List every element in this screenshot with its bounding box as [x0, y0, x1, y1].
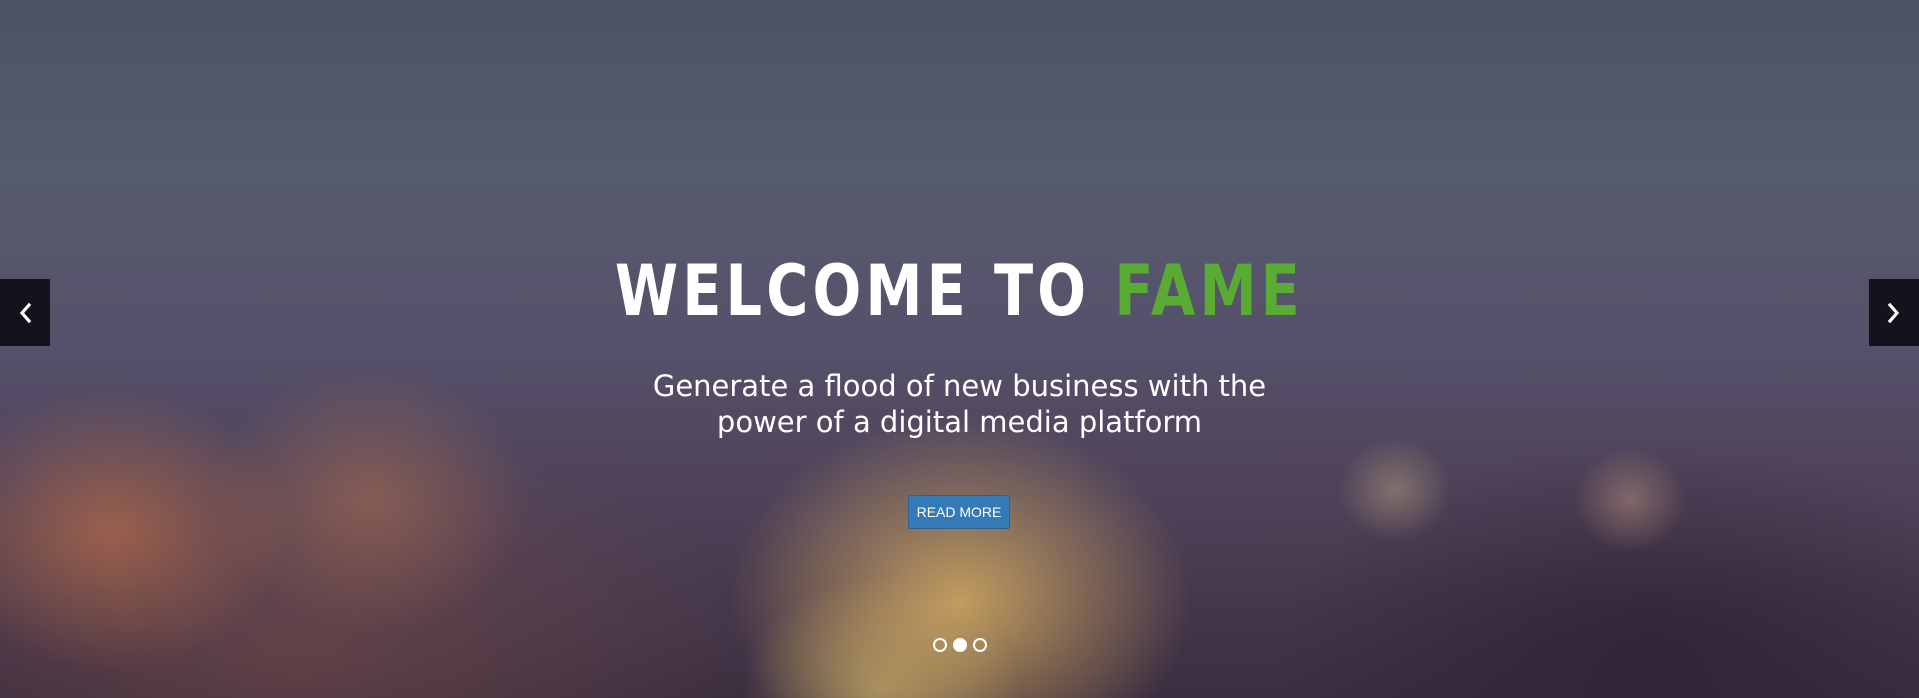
carousel-indicator-2[interactable]: [952, 638, 967, 652]
chevron-left-icon: [19, 302, 32, 323]
hero-subtitle-line1: Generate a flood of new business with th…: [652, 369, 1267, 403]
carousel-indicator-1[interactable]: [932, 638, 947, 652]
carousel-prev-button[interactable]: [0, 279, 50, 346]
carousel-next-button[interactable]: [1869, 279, 1919, 346]
read-more-button[interactable]: READ MORE: [908, 495, 1010, 529]
hero-slider: WELCOME TO FAME Generate a flood of new …: [0, 0, 1919, 698]
hero-subtitle: Generate a flood of new business with th…: [0, 368, 1919, 440]
chevron-right-icon: [1887, 302, 1900, 323]
hero-title: WELCOME TO FAME: [173, 248, 1747, 334]
hero-title-accent: FAME: [1114, 250, 1304, 332]
hero-title-main: WELCOME TO: [614, 250, 1115, 332]
hero-subtitle-line2: power of a digital media platform: [716, 405, 1203, 439]
carousel-indicators: [0, 638, 1919, 654]
carousel-indicator-3[interactable]: [972, 638, 987, 652]
